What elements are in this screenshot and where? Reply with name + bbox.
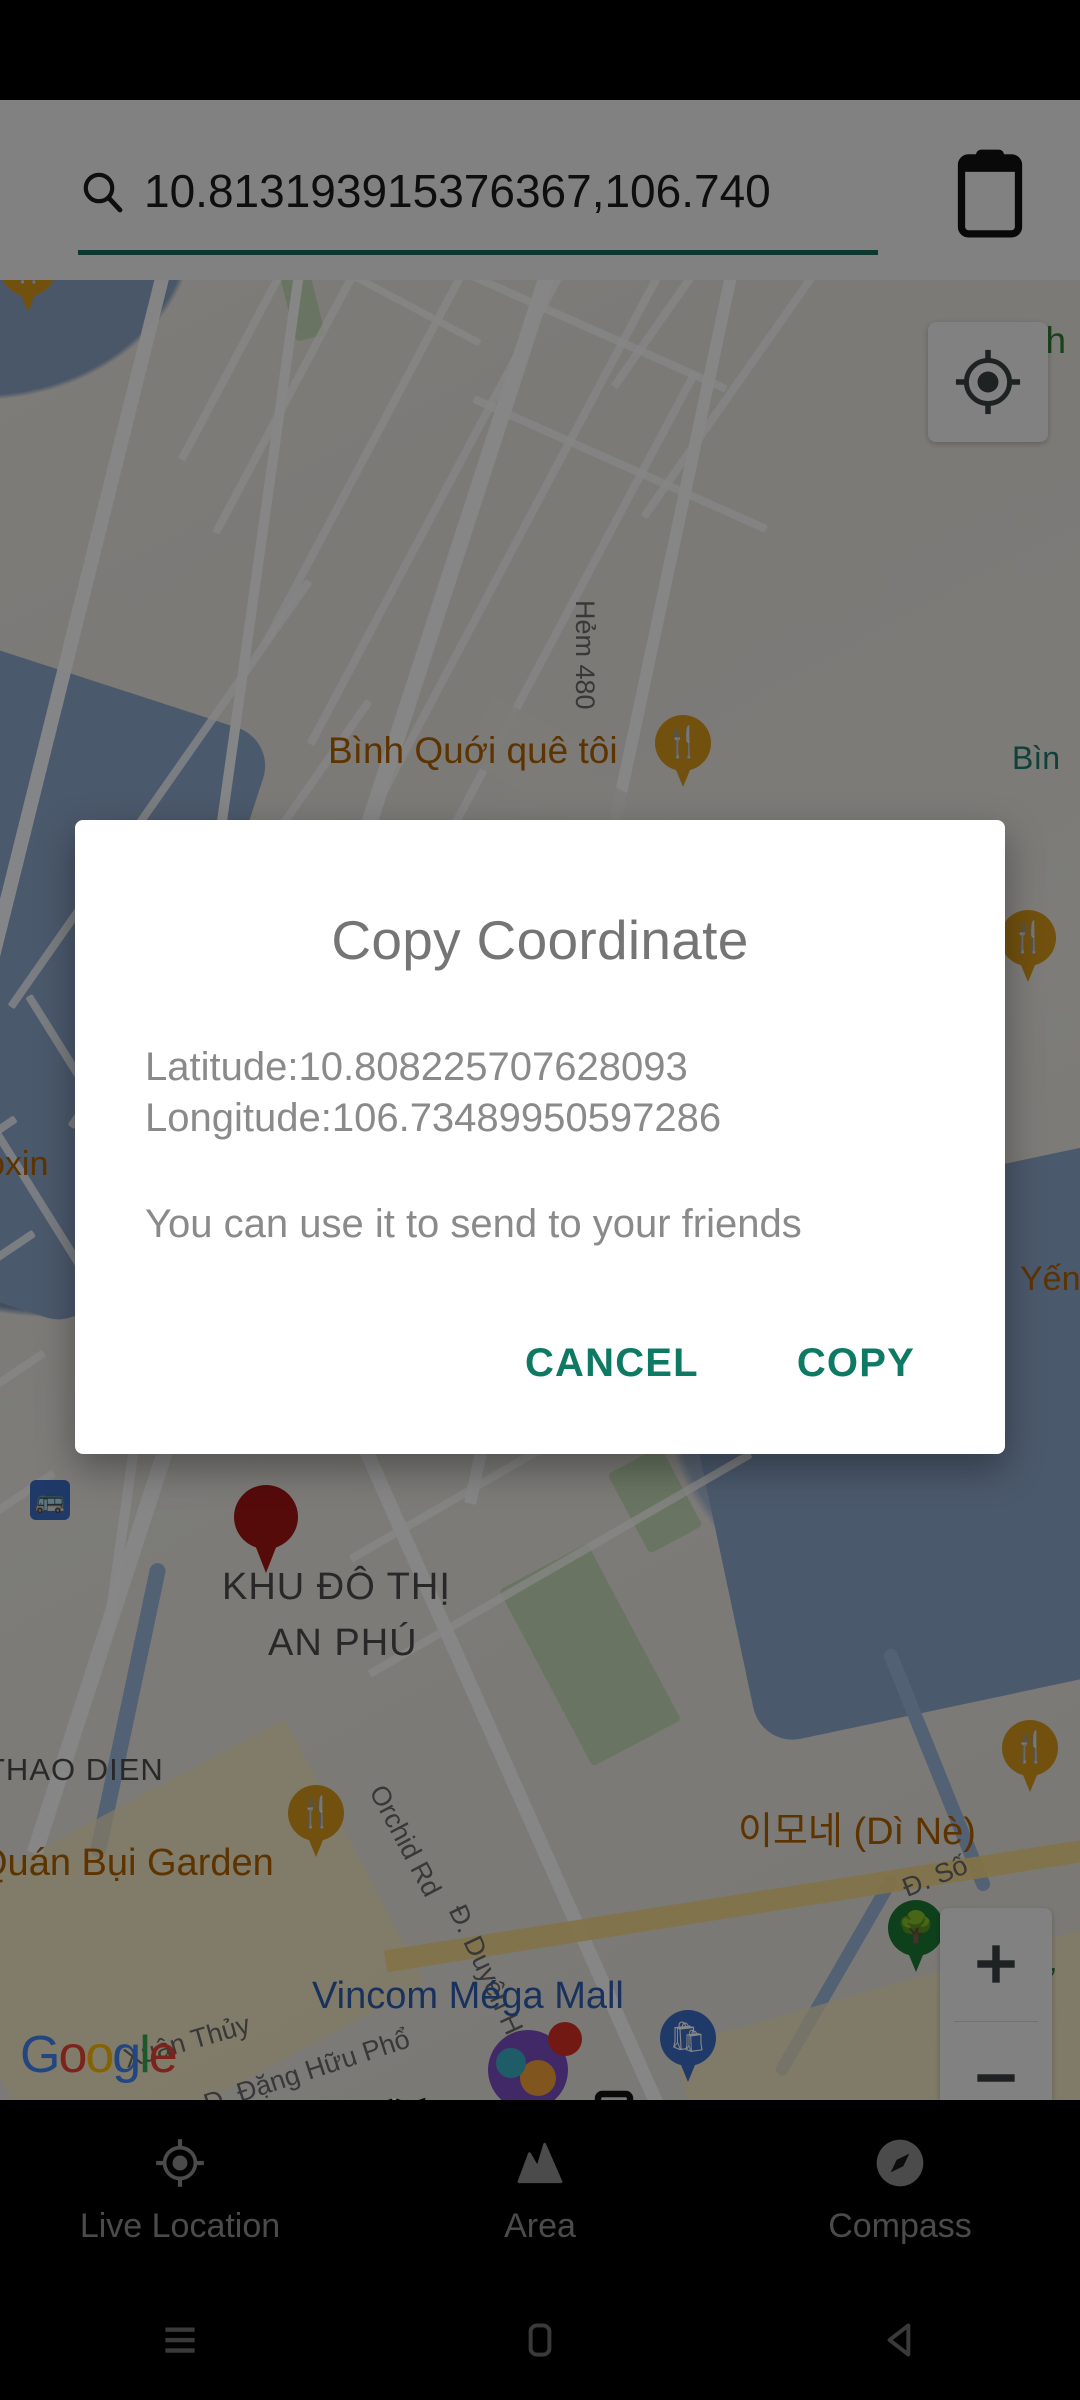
dialog-message: Latitude:10.808225707628093 Longitude:10… <box>75 972 1005 1144</box>
longitude-line: Longitude:106.73489950597286 <box>145 1096 722 1141</box>
dialog-title: Copy Coordinate <box>331 909 749 971</box>
dialog-actions: CANCEL COPY <box>75 1247 1005 1444</box>
latitude-line: Latitude:10.808225707628093 <box>145 1045 688 1089</box>
dialog-hint: You can use it to send to your friends <box>145 1202 802 1247</box>
phone-screen: Nhà hàng Phong Cua 2 PHƯỜNG 28 Sân Bóng … <box>0 0 1080 2400</box>
copy-coordinate-dialog: Copy Coordinate Latitude:10.808225707628… <box>75 820 1005 1455</box>
copy-button[interactable]: COPY <box>763 1323 949 1404</box>
cancel-button[interactable]: CANCEL <box>491 1323 733 1404</box>
